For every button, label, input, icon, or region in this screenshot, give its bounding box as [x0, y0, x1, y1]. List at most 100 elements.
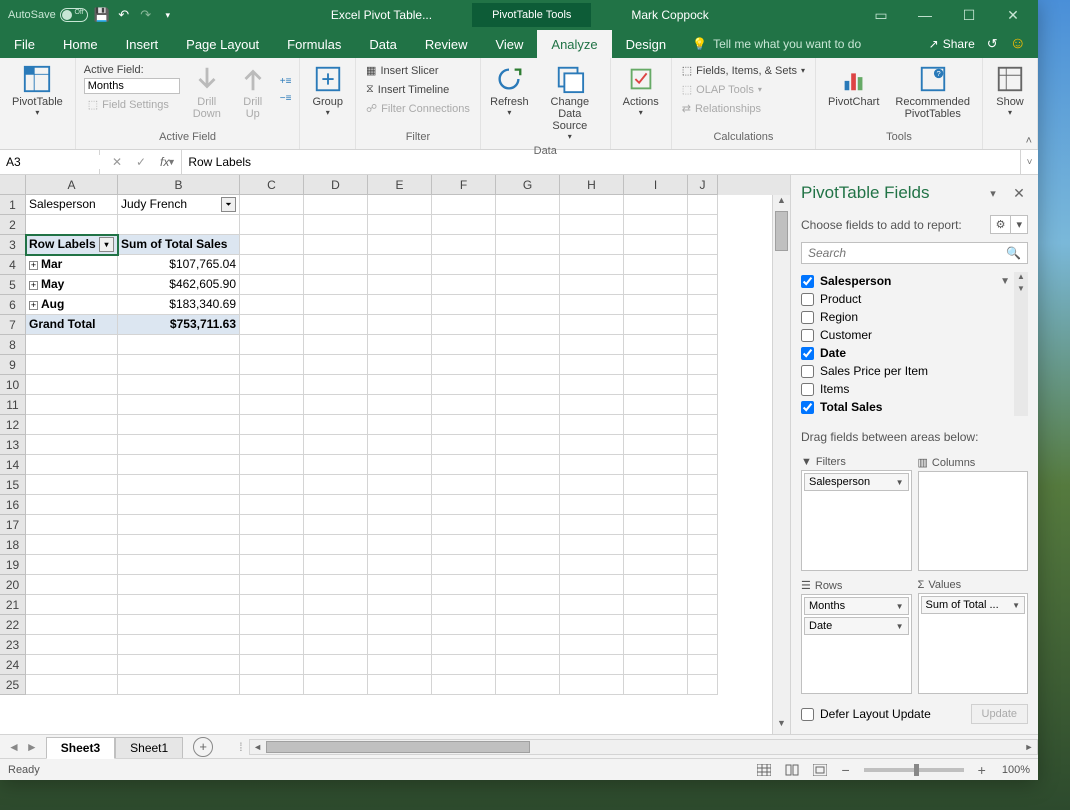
- zoom-in-button[interactable]: +: [974, 762, 990, 778]
- cell[interactable]: [432, 315, 496, 335]
- cell[interactable]: [624, 575, 688, 595]
- cell[interactable]: [432, 635, 496, 655]
- field-item[interactable]: Total Sales: [801, 398, 1010, 416]
- layout-gear-button[interactable]: ⚙▾: [990, 215, 1028, 234]
- cell[interactable]: [368, 655, 432, 675]
- field-checkbox[interactable]: [801, 347, 814, 360]
- row-header[interactable]: 2: [0, 215, 26, 235]
- cell[interactable]: [560, 635, 624, 655]
- cell[interactable]: [26, 375, 118, 395]
- area-item[interactable]: Salesperson▼: [804, 473, 909, 491]
- cell[interactable]: [432, 195, 496, 215]
- cell[interactable]: [560, 255, 624, 275]
- cell[interactable]: [240, 555, 304, 575]
- refresh-button[interactable]: Refresh▾: [487, 62, 532, 119]
- cell[interactable]: [624, 415, 688, 435]
- cell[interactable]: [240, 675, 304, 695]
- cell[interactable]: [560, 555, 624, 575]
- cell[interactable]: [688, 355, 718, 375]
- row-header[interactable]: 17: [0, 515, 26, 535]
- cell[interactable]: [26, 495, 118, 515]
- cell[interactable]: [688, 595, 718, 615]
- cell[interactable]: [496, 295, 560, 315]
- next-sheet-icon[interactable]: ►: [26, 740, 38, 754]
- cell[interactable]: [560, 295, 624, 315]
- cell[interactable]: [688, 295, 718, 315]
- cell[interactable]: [688, 635, 718, 655]
- zoom-level[interactable]: 100%: [1002, 764, 1030, 776]
- cell[interactable]: [560, 575, 624, 595]
- cell[interactable]: [304, 515, 368, 535]
- cell[interactable]: [26, 655, 118, 675]
- cell[interactable]: [304, 615, 368, 635]
- cell[interactable]: [496, 675, 560, 695]
- cell[interactable]: [432, 355, 496, 375]
- cell[interactable]: [118, 615, 240, 635]
- row-header[interactable]: 21: [0, 595, 26, 615]
- cell[interactable]: [496, 635, 560, 655]
- cell[interactable]: Row Labels▾: [26, 235, 118, 255]
- col-header[interactable]: B: [118, 175, 240, 195]
- cell[interactable]: [240, 295, 304, 315]
- cell[interactable]: [118, 635, 240, 655]
- tab-home[interactable]: Home: [49, 30, 112, 58]
- field-list-scrollbar[interactable]: ▲ ▼: [1014, 272, 1028, 416]
- cell[interactable]: [368, 415, 432, 435]
- cell[interactable]: [26, 435, 118, 455]
- cell[interactable]: [118, 375, 240, 395]
- horizontal-scrollbar[interactable]: ◄ ►: [249, 739, 1038, 755]
- undo-icon[interactable]: ↶: [116, 7, 132, 23]
- cell[interactable]: [624, 615, 688, 635]
- drill-up-button[interactable]: Drill Up: [232, 62, 274, 122]
- cell[interactable]: [688, 375, 718, 395]
- columns-area[interactable]: ▥Columns: [918, 454, 1029, 571]
- cell[interactable]: [688, 435, 718, 455]
- cell[interactable]: [240, 355, 304, 375]
- cell[interactable]: [432, 675, 496, 695]
- col-header[interactable]: J: [688, 175, 718, 195]
- page-layout-view-icon[interactable]: [781, 761, 803, 779]
- cell[interactable]: [688, 415, 718, 435]
- cell[interactable]: Judy French⏷: [118, 195, 240, 215]
- cell[interactable]: +Aug: [26, 295, 118, 315]
- cell[interactable]: [118, 595, 240, 615]
- cell[interactable]: [624, 675, 688, 695]
- close-icon[interactable]: ✕: [998, 5, 1028, 25]
- cell[interactable]: [432, 615, 496, 635]
- cell[interactable]: [368, 475, 432, 495]
- cell[interactable]: [240, 455, 304, 475]
- scroll-up-icon[interactable]: ▲: [773, 195, 790, 211]
- cell[interactable]: [688, 535, 718, 555]
- tab-design[interactable]: Design: [612, 30, 680, 58]
- cell[interactable]: [560, 235, 624, 255]
- cell[interactable]: [688, 275, 718, 295]
- cell[interactable]: [688, 455, 718, 475]
- cell[interactable]: [560, 495, 624, 515]
- col-header[interactable]: H: [560, 175, 624, 195]
- drill-down-button[interactable]: Drill Down: [186, 62, 228, 122]
- cell[interactable]: [240, 635, 304, 655]
- cell[interactable]: [624, 275, 688, 295]
- cell[interactable]: [496, 475, 560, 495]
- cell[interactable]: [26, 455, 118, 475]
- row-header[interactable]: 12: [0, 415, 26, 435]
- cell[interactable]: [432, 435, 496, 455]
- tab-file[interactable]: File: [0, 30, 49, 58]
- row-header[interactable]: 18: [0, 535, 26, 555]
- cell[interactable]: [368, 255, 432, 275]
- cell[interactable]: [624, 255, 688, 275]
- cell[interactable]: [624, 195, 688, 215]
- cell[interactable]: Sum of Total Sales: [118, 235, 240, 255]
- cell[interactable]: [304, 655, 368, 675]
- cell[interactable]: [688, 195, 718, 215]
- cell[interactable]: [688, 255, 718, 275]
- values-area[interactable]: ΣValues Sum of Total ...▼: [918, 577, 1029, 694]
- zoom-slider[interactable]: [864, 768, 964, 772]
- active-field-input[interactable]: [84, 78, 180, 94]
- cell[interactable]: [496, 655, 560, 675]
- cell[interactable]: [432, 595, 496, 615]
- collapse-ribbon-icon[interactable]: ˄: [1026, 135, 1032, 147]
- cell[interactable]: [118, 435, 240, 455]
- field-item[interactable]: Date: [801, 344, 1010, 362]
- cell[interactable]: [304, 395, 368, 415]
